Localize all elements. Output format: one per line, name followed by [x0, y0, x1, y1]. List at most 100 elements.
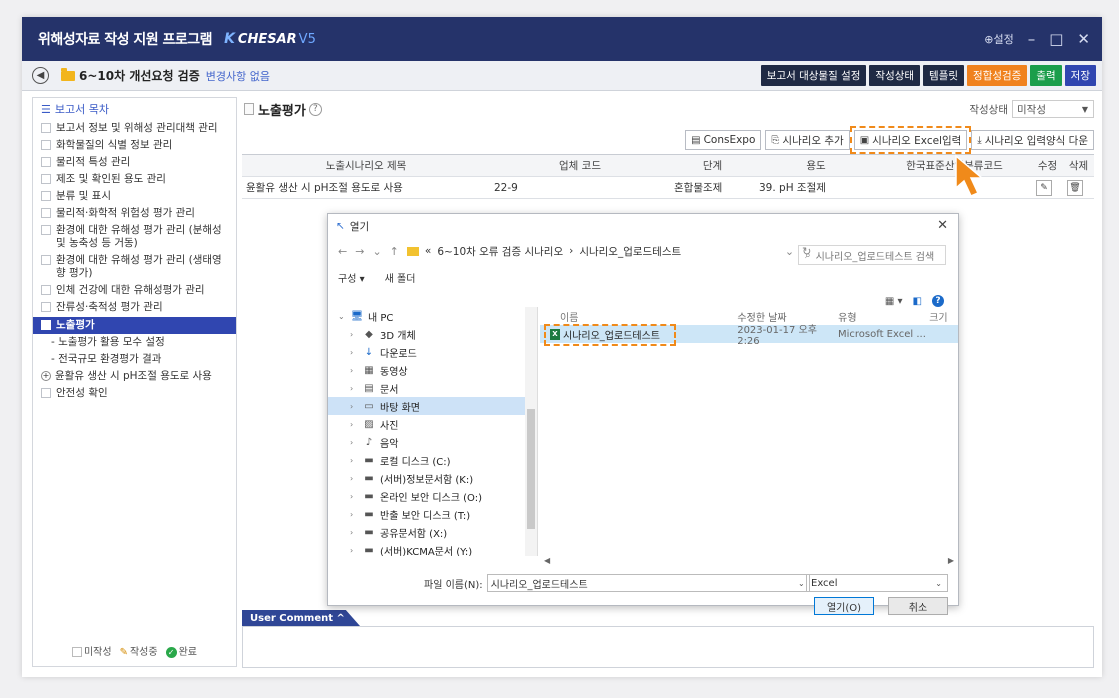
- scroll-right-icon[interactable]: ▶: [948, 556, 954, 566]
- toolbar-button[interactable]: 정합성검증: [967, 65, 1028, 86]
- expand-chevron-icon[interactable]: ›: [350, 348, 362, 357]
- toc-item-scenario[interactable]: + 윤활유 생산 시 pH조절 용도로 사용: [33, 368, 236, 385]
- tree-item[interactable]: › ▬ 로컬 디스크 (C:): [328, 451, 537, 469]
- recent-chevron-icon[interactable]: ⌄: [372, 245, 381, 258]
- chevron-down-icon[interactable]: ⌄: [798, 579, 805, 588]
- report-toc-sidebar: ☰ 보고서 목차 보고서 정보 및 위해성 관리대책 관리 화학물질의 식별 정보…: [32, 97, 237, 667]
- edit-icon[interactable]: ✎: [1036, 179, 1052, 196]
- tree-item[interactable]: › ◆ 3D 개체: [328, 325, 537, 343]
- new-folder-button[interactable]: 새 폴더: [385, 270, 416, 285]
- toc-item[interactable]: 환경에 대한 유해성 평가 관리 (생태영향 평가): [33, 252, 236, 282]
- tree-item[interactable]: › ▬ 반출 보안 디스크 (T:): [328, 505, 537, 523]
- filetype-select[interactable]: Excel ⌄: [806, 574, 948, 592]
- up-arrow-icon[interactable]: ↑: [390, 245, 399, 258]
- delete-cell: 🗑: [1063, 179, 1094, 196]
- tree-item[interactable]: › ▬ (서버)정보문서함 (K:): [328, 469, 537, 487]
- toolbar-button[interactable]: 출력: [1030, 65, 1062, 86]
- toolbar-button[interactable]: 작성상태: [869, 65, 921, 86]
- action-button[interactable]: ▤ ConsExpo: [685, 130, 762, 150]
- dialog-close-icon[interactable]: ✕: [937, 218, 948, 233]
- horizontal-scrollbar[interactable]: ◀ ▶: [540, 556, 958, 566]
- column-header: 삭제: [1068, 160, 1089, 172]
- expand-chevron-icon[interactable]: ›: [350, 384, 362, 393]
- scroll-left-icon[interactable]: ◀: [544, 556, 550, 566]
- tree-scrollbar[interactable]: [525, 307, 537, 556]
- expand-plus-icon[interactable]: +: [41, 371, 51, 381]
- back-icon[interactable]: ◀: [32, 67, 49, 84]
- toc-item[interactable]: 제조 및 확인된 용도 관리: [33, 171, 236, 188]
- toc-item[interactable]: 보고서 정보 및 위해성 관리대책 관리: [33, 120, 236, 137]
- toolbar-button[interactable]: 템플릿: [923, 65, 965, 86]
- toc-item[interactable]: 잔류성·축적성 평가 관리: [33, 299, 236, 316]
- expand-chevron-icon[interactable]: ›: [350, 456, 362, 465]
- toc-item[interactable]: 환경에 대한 유해성 평가 관리 (분해성 및 농축성 등 거동): [33, 222, 236, 252]
- filename-input[interactable]: 시나리오_업로드테스트 ⌄: [486, 574, 810, 592]
- toc-item[interactable]: 인체 건강에 대한 유해성평가 관리: [33, 282, 236, 299]
- expand-chevron-icon[interactable]: ›: [350, 546, 362, 555]
- toc-item-label: 분류 및 표시: [56, 190, 111, 202]
- settings-button[interactable]: ⊕설정: [984, 31, 1013, 47]
- expand-chevron-icon[interactable]: ›: [350, 330, 362, 339]
- user-comment-tab[interactable]: User Comment ^: [242, 610, 360, 626]
- back-arrow-icon[interactable]: ←: [338, 245, 347, 258]
- expand-chevron-icon[interactable]: ›: [350, 438, 362, 447]
- expand-chevron-icon[interactable]: ›: [350, 528, 362, 537]
- tree-item[interactable]: › ▤ 문서: [328, 379, 537, 397]
- tree-item[interactable]: › ▨ 사진: [328, 415, 537, 433]
- action-icon: ⎘: [771, 134, 780, 146]
- tree-item[interactable]: › ♪ 음악: [328, 433, 537, 451]
- toc-item[interactable]: 화학물질의 식별 정보 관리: [33, 137, 236, 154]
- expand-chevron-icon[interactable]: ›: [350, 474, 362, 483]
- tree-item[interactable]: › ▬ 공유문서함 (X:): [328, 523, 537, 541]
- view-options-icon[interactable]: ▦ ▾: [885, 296, 903, 307]
- toc-item-safety[interactable]: 안전성 확인: [33, 385, 236, 402]
- tree-item[interactable]: ⌄ 🖥 내 PC: [328, 307, 537, 325]
- expand-chevron-icon[interactable]: ›: [350, 402, 362, 411]
- sidebar-title: 보고서 목차: [54, 103, 109, 116]
- help-icon[interactable]: ?: [308, 102, 322, 116]
- cancel-button[interactable]: 취소: [888, 597, 948, 615]
- user-comment-box[interactable]: [242, 626, 1094, 668]
- open-button[interactable]: 열기(O): [814, 597, 874, 615]
- trash-icon[interactable]: 🗑: [1067, 179, 1083, 196]
- action-button[interactable]: ⤓ 시나리오 입력양식 다운: [971, 130, 1094, 150]
- expand-chevron-icon[interactable]: ›: [350, 492, 362, 501]
- expand-chevron-icon[interactable]: ›: [350, 510, 362, 519]
- action-button[interactable]: ▣ 시나리오 Excel입력: [849, 126, 972, 154]
- app-window: 위해성자료 작성 지원 프로그램 K CHESAR V5 ⊕설정 – □ ✕ ◀…: [22, 17, 1102, 677]
- close-icon[interactable]: ✕: [1077, 30, 1090, 48]
- organize-menu[interactable]: 구성 ▾: [338, 270, 365, 285]
- help-icon[interactable]: ?: [932, 295, 944, 307]
- toc-item[interactable]: 분류 및 표시: [33, 188, 236, 205]
- expand-chevron-icon[interactable]: ›: [350, 420, 362, 429]
- tree-item[interactable]: › ▬ 온라인 보안 디스크 (O:): [328, 487, 537, 505]
- col-type[interactable]: 유형: [838, 309, 929, 324]
- expand-chevron-icon[interactable]: ›: [350, 366, 362, 375]
- action-button[interactable]: ⎘ 시나리오 추가: [765, 130, 850, 150]
- toolbar-button[interactable]: 보고서 대상물질 설정: [760, 65, 867, 86]
- col-size[interactable]: 크기: [929, 309, 958, 324]
- toc-item-exposure[interactable]: 노출평가: [33, 317, 236, 334]
- toolbar-button[interactable]: 저장: [1064, 65, 1096, 86]
- toc-subitem[interactable]: - 전국규모 환경평가 결과: [33, 351, 236, 368]
- search-input[interactable]: ⌕ 시나리오_업로드테스트 검색: [798, 245, 946, 265]
- toc-subitem[interactable]: - 노출평가 활용 모수 설정: [33, 334, 236, 351]
- path-dropdown-icon[interactable]: ⌄: [785, 245, 794, 258]
- filetype-value: Excel: [811, 577, 838, 589]
- toc-item[interactable]: 물리적·화학적 위험성 평가 관리: [33, 205, 236, 222]
- toc-item[interactable]: 물리적 특성 관리: [33, 154, 236, 171]
- expand-chevron-icon[interactable]: ⌄: [338, 312, 350, 321]
- tree-item[interactable]: › ↓ 다운로드: [328, 343, 537, 361]
- tree-item[interactable]: › ▭ 바탕 화면: [328, 397, 537, 415]
- address-path[interactable]: « 6~10차 오류 검증 시나리오 › 시나리오_업로드테스트: [406, 244, 777, 259]
- scrollbar-thumb[interactable]: [527, 409, 535, 529]
- tree-item[interactable]: › ▬ (서버)KCMA문서 (Y:): [328, 541, 537, 557]
- col-name[interactable]: 이름: [540, 309, 737, 324]
- minimize-icon[interactable]: –: [1028, 30, 1036, 48]
- forward-arrow-icon[interactable]: →: [355, 245, 364, 258]
- status-select[interactable]: 미작성 ▼: [1012, 100, 1094, 118]
- toc-item-label: 제조 및 확인된 용도 관리: [56, 173, 166, 185]
- preview-pane-icon[interactable]: ◧: [913, 296, 922, 307]
- maximize-icon[interactable]: □: [1049, 30, 1063, 48]
- tree-item[interactable]: › ▦ 동영상: [328, 361, 537, 379]
